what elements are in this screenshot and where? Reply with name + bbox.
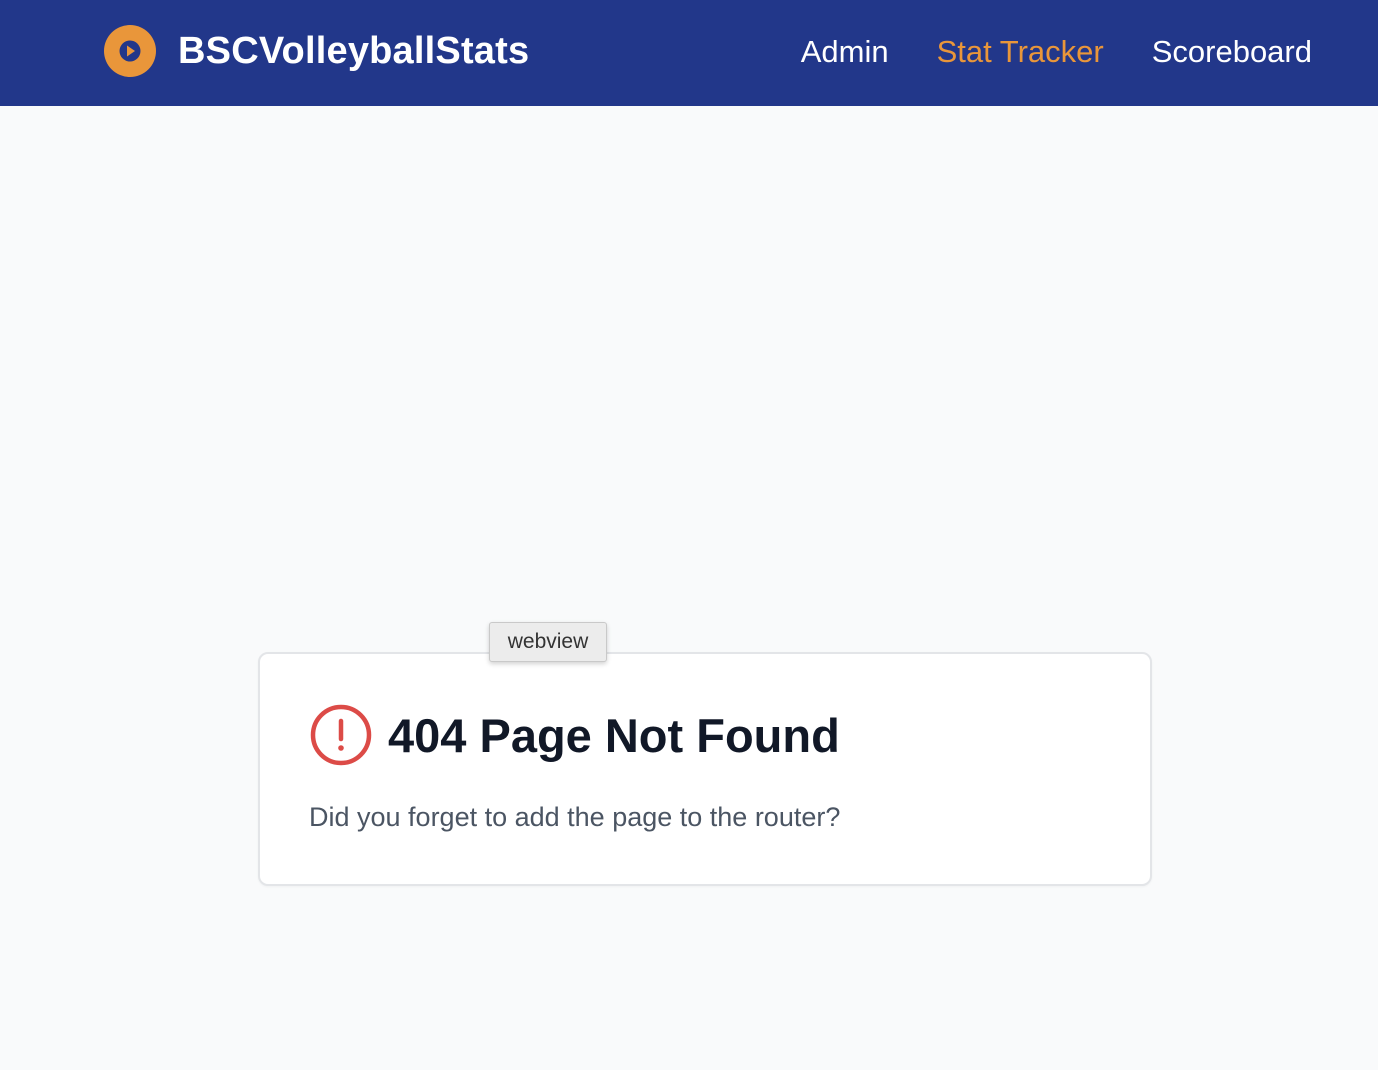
error-message: Did you forget to add the page to the ro… [309, 802, 841, 832]
error-title: 404 Page Not Found [388, 708, 840, 762]
top-navbar: BSCVolleyballStats Admin Stat Tracker Sc… [0, 0, 1378, 106]
webview-tooltip: webview [489, 622, 607, 662]
play-circle-icon [104, 25, 156, 77]
nav-link-admin[interactable]: Admin [801, 34, 889, 70]
error-card: 404 Page Not Found Did you forget to add… [258, 652, 1152, 886]
nav-link-stat-tracker[interactable]: Stat Tracker [937, 34, 1104, 70]
error-title-row: 404 Page Not Found [310, 704, 840, 766]
nav-link-scoreboard[interactable]: Scoreboard [1152, 34, 1312, 70]
brand-name: BSCVolleyballStats [178, 29, 530, 72]
brand-home-link[interactable]: BSCVolleyballStats [104, 25, 529, 77]
nav-links: Admin Stat Tracker Scoreboard [753, 30, 1312, 74]
alert-circle-icon [310, 704, 372, 766]
